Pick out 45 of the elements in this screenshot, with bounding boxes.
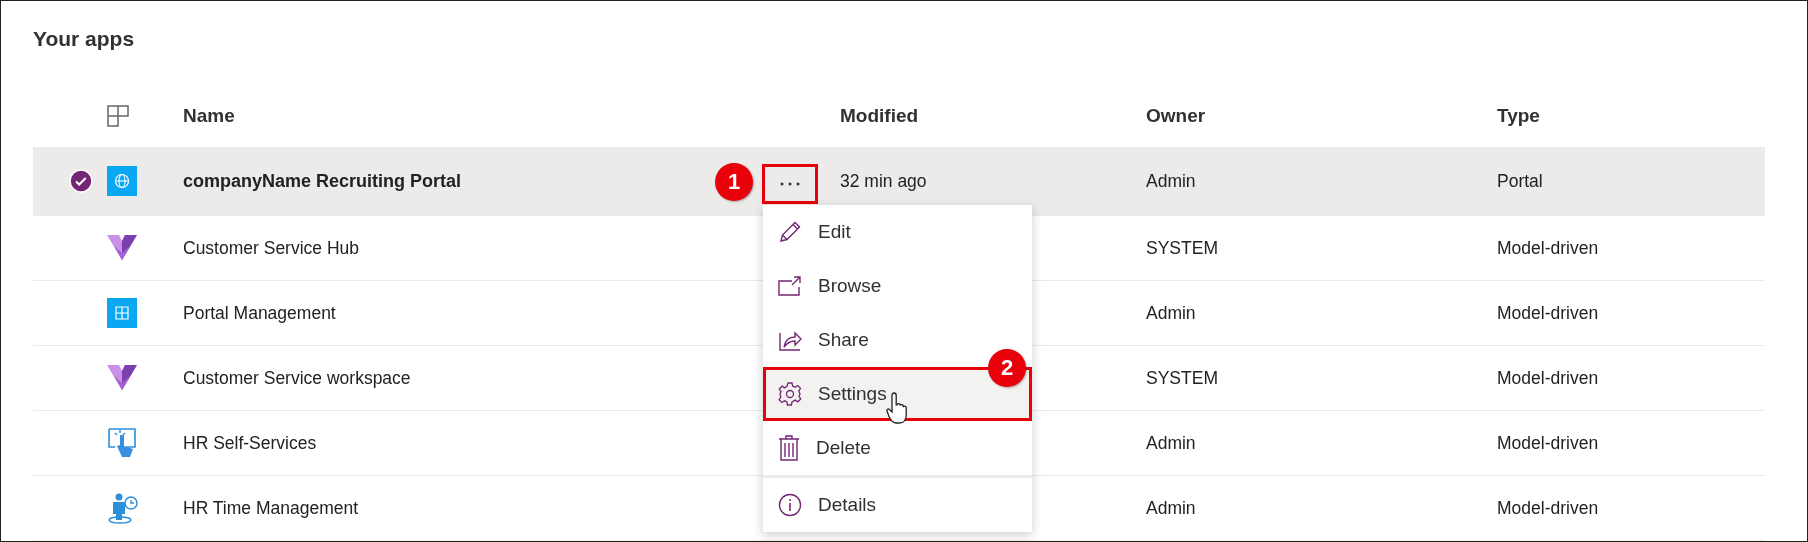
menu-item[interactable]: Edit bbox=[763, 205, 1032, 259]
owner-text: Admin bbox=[1146, 432, 1196, 453]
app-type: Model-driven bbox=[1497, 237, 1599, 258]
more-options-button[interactable] bbox=[762, 164, 818, 204]
owner-text: Admin bbox=[1146, 170, 1196, 191]
owner-text: SYSTEM bbox=[1146, 367, 1218, 388]
heart-app-icon bbox=[107, 364, 137, 392]
owner-text: Admin bbox=[1146, 302, 1196, 323]
app-type: Model-driven bbox=[1497, 432, 1599, 453]
check-circle-icon[interactable] bbox=[69, 169, 93, 193]
pencil-icon bbox=[778, 220, 802, 244]
app-name[interactable]: Customer Service workspace bbox=[183, 367, 411, 388]
app-name[interactable]: Portal Management bbox=[183, 302, 336, 323]
app-type: Model-driven bbox=[1497, 497, 1599, 518]
grid-app-icon bbox=[107, 298, 137, 328]
callout-badge: 1 bbox=[715, 163, 753, 201]
heart-app-icon bbox=[107, 234, 137, 262]
owner-text: SYSTEM bbox=[1146, 237, 1218, 258]
more-icon bbox=[780, 182, 800, 186]
trash-icon bbox=[778, 435, 800, 461]
menu-item[interactable]: Details bbox=[763, 478, 1032, 532]
menu-item[interactable]: Browse bbox=[763, 259, 1032, 313]
settings-icon bbox=[778, 382, 802, 406]
column-header[interactable]: Name bbox=[183, 105, 235, 126]
file-type-icon[interactable] bbox=[107, 105, 129, 127]
app-name[interactable]: Customer Service Hub bbox=[183, 237, 360, 258]
app-type: Model-driven bbox=[1497, 302, 1599, 323]
callout-badge: 2 bbox=[988, 349, 1026, 387]
modified-time: 32 min ago bbox=[840, 170, 927, 191]
column-header[interactable]: Owner bbox=[1146, 105, 1206, 126]
app-name[interactable]: companyName Recruiting Portal bbox=[183, 170, 462, 191]
column-header[interactable]: Type bbox=[1497, 105, 1540, 126]
column-header[interactable]: Modified bbox=[840, 105, 919, 126]
app-name[interactable]: HR Time Management bbox=[183, 497, 359, 518]
touch-screen-app-icon bbox=[107, 427, 137, 459]
info-icon bbox=[778, 493, 802, 517]
app-name[interactable]: HR Self-Services bbox=[183, 432, 317, 453]
menu-item[interactable]: Delete bbox=[763, 421, 1032, 475]
app-type: Model-driven bbox=[1497, 367, 1599, 388]
section-title: Your apps bbox=[33, 26, 136, 52]
globe-app-icon bbox=[107, 166, 137, 196]
person-clock-app-icon bbox=[107, 492, 139, 524]
app-type: Portal bbox=[1497, 170, 1543, 191]
open-in-new-window-icon bbox=[778, 276, 802, 296]
owner-text: Admin bbox=[1146, 497, 1196, 518]
